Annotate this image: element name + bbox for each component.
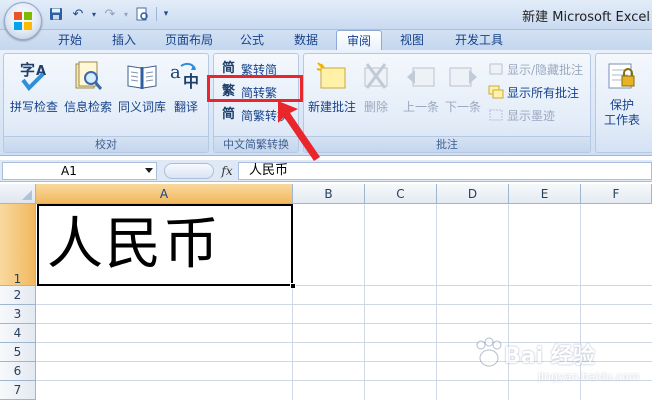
watermark: Bai 经验 jingyan.baidu.com <box>468 334 652 394</box>
proofing-group: 字A 拼写检查 信息检索 同义词库 a中 翻译 校对 <box>3 53 209 153</box>
tab-page-layout[interactable]: 页面布局 <box>158 30 220 50</box>
ribbon-tabs: 开始 插入 页面布局 公式 数据 审阅 视图 开发工具 <box>0 30 652 51</box>
show-all-comments-icon <box>488 84 504 100</box>
comments-group-label: 批注 <box>304 136 590 152</box>
next-comment-button[interactable]: 下一条 <box>440 58 486 118</box>
svg-text:a: a <box>170 62 181 83</box>
column-header-a[interactable]: A <box>36 184 293 204</box>
conversion-glyph-icon: 简 <box>222 107 236 122</box>
gridline <box>36 304 652 305</box>
office-button[interactable] <box>4 2 42 40</box>
name-box-dropdown-icon[interactable] <box>145 168 153 173</box>
gridline <box>436 204 437 400</box>
show-hide-comment-label: 显示/隐藏批注 <box>507 62 584 77</box>
show-ink-button[interactable]: 显示墨迹 <box>488 105 555 125</box>
office-logo-icon <box>14 12 32 30</box>
fill-handle[interactable] <box>290 283 296 289</box>
column-header-d[interactable]: D <box>437 184 509 204</box>
changes-group: 保护 工作表 <box>595 53 652 153</box>
new-comment-icon <box>315 60 349 92</box>
formula-bar-resize-handle[interactable] <box>164 163 214 179</box>
show-hide-comment-button[interactable]: 显示/隐藏批注 <box>488 59 583 79</box>
paw-logo-icon <box>476 337 502 367</box>
tab-data[interactable]: 数据 <box>286 30 326 50</box>
research-button[interactable]: 信息检索 <box>62 58 114 118</box>
annotation-arrow-icon <box>278 101 320 161</box>
watermark-text: Bai 经验 <box>504 344 595 369</box>
row-header-3[interactable]: 3 <box>0 305 36 324</box>
save-icon[interactable] <box>46 4 66 24</box>
cell-a1[interactable]: 人民币 <box>37 204 293 286</box>
column-header-e[interactable]: E <box>509 184 581 204</box>
row-header-5[interactable]: 5 <box>0 343 36 362</box>
redo-dropdown-icon[interactable]: ▾ <box>122 4 130 24</box>
svg-text:中: 中 <box>183 72 199 91</box>
show-all-comments-label: 显示所有批注 <box>507 85 580 100</box>
window-title: 新建 Microsoft Excel <box>522 10 650 25</box>
column-header-f[interactable]: F <box>581 184 652 204</box>
research-icon <box>71 60 105 92</box>
select-all-icon <box>22 190 32 200</box>
column-header-b[interactable]: B <box>293 184 365 204</box>
print-preview-icon[interactable] <box>132 4 152 24</box>
undo-dropdown-icon[interactable]: ▾ <box>90 4 98 24</box>
gridline <box>364 204 365 400</box>
watermark-subtext: jingyan.baidu.com <box>538 370 640 383</box>
redo-icon[interactable]: ↷ <box>100 4 120 24</box>
qat-separator <box>156 7 157 21</box>
show-all-comments-button[interactable]: 显示所有批注 <box>488 82 579 102</box>
row-header-6[interactable]: 6 <box>0 362 36 381</box>
title-bar: ↶ ▾ ↷ ▾ ▾ 新建 Microsoft Excel <box>0 0 652 40</box>
delete-comment-icon <box>359 60 393 92</box>
quick-access-toolbar: ↶ ▾ ↷ ▾ ▾ <box>46 4 171 24</box>
row-header-1[interactable]: 1 <box>0 204 36 286</box>
column-header-c[interactable]: C <box>365 184 437 204</box>
undo-icon[interactable]: ↶ <box>68 4 88 24</box>
show-hide-comment-icon <box>488 61 504 77</box>
tab-home[interactable]: 开始 <box>50 30 90 50</box>
show-ink-label: 显示墨迹 <box>507 108 556 123</box>
thesaurus-icon <box>125 60 159 92</box>
select-all-button[interactable] <box>0 184 36 204</box>
spelling-icon: 字A <box>17 60 51 92</box>
next-comment-icon <box>446 60 480 92</box>
translate-icon: a中 <box>169 60 203 92</box>
protect-sheet-icon <box>605 60 639 92</box>
show-ink-icon <box>488 107 504 123</box>
name-box[interactable]: A1 <box>2 162 157 180</box>
gridline <box>36 323 652 324</box>
customize-qat-icon[interactable]: ▾ <box>161 4 171 24</box>
svg-text:字: 字 <box>20 61 35 79</box>
tab-formulas[interactable]: 公式 <box>232 30 272 50</box>
row-header-4[interactable]: 4 <box>0 324 36 343</box>
translate-button[interactable]: a中 翻译 <box>164 58 208 118</box>
spelling-button[interactable]: 字A 拼写检查 <box>8 58 60 118</box>
tab-view[interactable]: 视图 <box>392 30 432 50</box>
previous-comment-icon <box>404 60 438 92</box>
tab-insert[interactable]: 插入 <box>104 30 144 50</box>
proofing-group-label: 校对 <box>4 136 208 152</box>
insert-function-button[interactable]: fx <box>218 162 236 180</box>
protect-sheet-button[interactable]: 保护 工作表 <box>596 58 648 127</box>
tab-review[interactable]: 审阅 <box>336 30 382 51</box>
row-header-7[interactable]: 7 <box>0 381 36 400</box>
tab-developer[interactable]: 开发工具 <box>446 30 512 50</box>
comments-group: 新建批注 删除 上一条 下一条 显示/隐藏批注 显示所有批注 显示墨迹 批注 <box>303 53 591 153</box>
row-header-2[interactable]: 2 <box>0 286 36 305</box>
